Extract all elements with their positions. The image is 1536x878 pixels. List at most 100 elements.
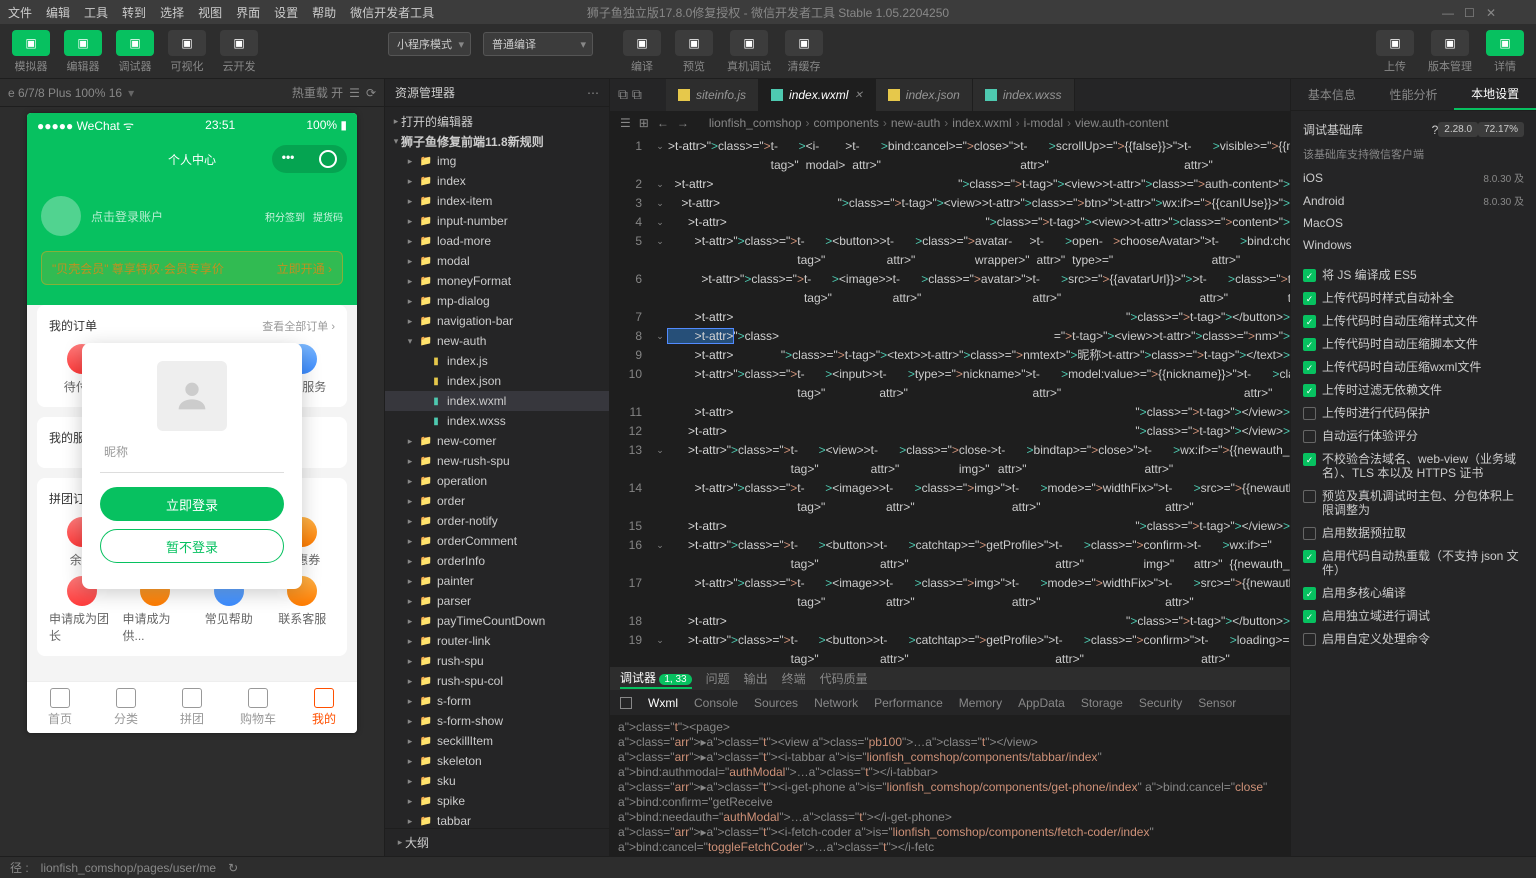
- folder-item[interactable]: ▸📁spike: [385, 791, 609, 811]
- more-icon[interactable]: ☰: [349, 86, 360, 100]
- settings-checkbox[interactable]: ✓将 JS 编译成 ES5: [1303, 268, 1524, 282]
- settings-checkbox[interactable]: 预览及真机调试时主包、分包体积上限调整为: [1303, 489, 1524, 517]
- file-item[interactable]: ▮index.wxss: [385, 411, 609, 431]
- settings-checkbox[interactable]: 自动运行体验评分: [1303, 429, 1524, 443]
- dev-header-tab[interactable]: 问题: [706, 670, 730, 687]
- settings-checkbox[interactable]: ✓启用代码自动热重载（不支持 json 文件）: [1303, 549, 1524, 577]
- tabbar-item[interactable]: 购物车: [225, 682, 291, 733]
- folder-item[interactable]: ▸📁s-form: [385, 691, 609, 711]
- editor-toolbar[interactable]: ☰⊞←→: [610, 116, 699, 130]
- folder-item[interactable]: ▸📁index-item: [385, 191, 609, 211]
- settings-checkbox[interactable]: 上传时进行代码保护: [1303, 406, 1524, 420]
- folder-new-auth[interactable]: ▾📁new-auth: [385, 331, 609, 351]
- settings-checkbox[interactable]: 启用自定义处理命令: [1303, 632, 1524, 646]
- window-controls[interactable]: —☐✕: [1442, 6, 1498, 18]
- help-icon[interactable]: ?: [1432, 123, 1439, 137]
- devtools-tab[interactable]: Security: [1139, 696, 1182, 710]
- settings-checkbox[interactable]: ✓启用独立域进行调试: [1303, 609, 1524, 623]
- devtools-output[interactable]: a">class="t"><page>a">class="arr">▸a">cl…: [610, 716, 1290, 856]
- page-path[interactable]: lionfish_comshop/pages/user/me: [41, 861, 216, 875]
- editor-tab[interactable]: index.wxss: [973, 79, 1075, 111]
- open-editors[interactable]: ▸打开的编辑器: [385, 111, 609, 131]
- menu-item[interactable]: 界面: [236, 6, 260, 20]
- dev-header-tab[interactable]: 代码质量: [820, 670, 868, 687]
- project-root[interactable]: ▾狮子鱼修复前端11.8新规则: [385, 131, 609, 151]
- settings-checkbox[interactable]: ✓上传代码时自动压缩样式文件: [1303, 314, 1524, 328]
- menu-item[interactable]: 编辑: [46, 6, 70, 20]
- folder-item[interactable]: ▸📁moneyFormat: [385, 271, 609, 291]
- toolbar-button[interactable]: ▣上传: [1372, 30, 1418, 74]
- modal-avatar[interactable]: [157, 361, 227, 431]
- folder-item[interactable]: ▸📁order-notify: [385, 511, 609, 531]
- folder-item[interactable]: ▸📁operation: [385, 471, 609, 491]
- cancel-button[interactable]: 暂不登录: [100, 529, 284, 563]
- mode-select[interactable]: 小程序模式: [388, 32, 471, 56]
- folder-item[interactable]: ▸📁orderComment: [385, 531, 609, 551]
- dev-header-tab[interactable]: 终端: [782, 670, 806, 687]
- menu-item[interactable]: 转到: [122, 6, 146, 20]
- folder-item[interactable]: ▸📁sku: [385, 771, 609, 791]
- folder-item[interactable]: ▸📁tabbar: [385, 811, 609, 828]
- settings-checkbox[interactable]: ✓上传时过滤无依赖文件: [1303, 383, 1524, 397]
- toolbar-button[interactable]: ▣清缓存: [781, 30, 827, 74]
- settings-checkbox[interactable]: ✓上传代码时样式自动补全: [1303, 291, 1524, 305]
- folder-item[interactable]: ▸📁modal: [385, 251, 609, 271]
- settings-checkbox[interactable]: 启用数据预拉取: [1303, 526, 1524, 540]
- hot-reload[interactable]: 热重载 开: [292, 84, 343, 101]
- devtools-tab[interactable]: Sensor: [1198, 696, 1236, 710]
- folder-item[interactable]: ▸📁rush-spu: [385, 651, 609, 671]
- tabbar-item[interactable]: 分类: [93, 682, 159, 733]
- tabbar-item[interactable]: 拼团: [159, 682, 225, 733]
- user-header[interactable]: 点击登录账户 积分签到 提货码: [27, 181, 357, 251]
- settings-tab[interactable]: 性能分析: [1373, 79, 1455, 110]
- folder-item[interactable]: ▸📁new-rush-spu: [385, 451, 609, 471]
- folder-item[interactable]: ▸📁img: [385, 151, 609, 171]
- settings-checkbox[interactable]: ✓上传代码时自动压缩wxml文件: [1303, 360, 1524, 374]
- rotate-icon[interactable]: ⟳: [366, 86, 376, 100]
- dev-header-tab[interactable]: 输出: [744, 670, 768, 687]
- editor-tab[interactable]: index.wxml✕: [759, 79, 876, 111]
- folder-item[interactable]: ▸📁mp-dialog: [385, 291, 609, 311]
- device-info[interactable]: e 6/7/8 Plus 100% 16: [8, 86, 122, 100]
- toolbar-button[interactable]: ▣可视化: [164, 30, 210, 74]
- toolbar-button[interactable]: ▣模拟器: [8, 30, 54, 74]
- file-item[interactable]: ▮index.wxml: [385, 391, 609, 411]
- file-item[interactable]: ▮index.js: [385, 351, 609, 371]
- folder-item[interactable]: ▸📁order: [385, 491, 609, 511]
- inspect-icon[interactable]: [620, 697, 632, 709]
- folder-item[interactable]: ▸📁router-link: [385, 631, 609, 651]
- folder-item[interactable]: ▸📁load-more: [385, 231, 609, 251]
- close-icon[interactable]: ✕: [854, 90, 862, 101]
- toolbar-button[interactable]: ▣版本管理: [1424, 30, 1476, 74]
- compile-select[interactable]: 普通编译: [483, 32, 593, 56]
- menu-item[interactable]: 微信开发者工具: [350, 6, 434, 20]
- folder-item[interactable]: ▸📁rush-spu-col: [385, 671, 609, 691]
- devtools-tab[interactable]: Performance: [874, 696, 943, 710]
- toolbar-button[interactable]: ▣真机调试: [723, 30, 775, 74]
- devtools-tab[interactable]: Console: [694, 696, 738, 710]
- breadcrumb[interactable]: lionfish_comshop›components›new-auth›ind…: [699, 111, 1179, 135]
- toolbar-button[interactable]: ▣编译: [619, 30, 665, 74]
- devtools-tab[interactable]: Sources: [754, 696, 798, 710]
- folder-item[interactable]: ▸📁parser: [385, 591, 609, 611]
- folder-item[interactable]: ▸📁skeleton: [385, 751, 609, 771]
- devtools-tab[interactable]: Storage: [1081, 696, 1123, 710]
- settings-checkbox[interactable]: ✓不校验合法域名、web-view（业务域名）、TLS 本以及 HTTPS 证书: [1303, 452, 1524, 480]
- toolbar-button[interactable]: ▣编辑器: [60, 30, 106, 74]
- folder-item[interactable]: ▸📁index: [385, 171, 609, 191]
- outline-section[interactable]: ▸大纲: [385, 828, 609, 856]
- more-icon[interactable]: ⋯: [587, 86, 599, 100]
- menu-item[interactable]: 工具: [84, 6, 108, 20]
- folder-item[interactable]: ▸📁orderInfo: [385, 551, 609, 571]
- folder-item[interactable]: ▸📁input-number: [385, 211, 609, 231]
- dev-header-tab[interactable]: 调试器 1, 33: [620, 669, 692, 689]
- devtools-tab[interactable]: Memory: [959, 696, 1002, 710]
- nickname-input[interactable]: 昵称: [100, 443, 284, 473]
- menu-item[interactable]: 帮助: [312, 6, 336, 20]
- devtools-tab[interactable]: Wxml: [648, 696, 678, 710]
- tabbar-item[interactable]: 首页: [27, 682, 93, 733]
- devtools-tab[interactable]: AppData: [1018, 696, 1065, 710]
- menu-item[interactable]: 设置: [274, 6, 298, 20]
- settings-tab[interactable]: 基本信息: [1291, 79, 1373, 110]
- file-item[interactable]: ▮index.json: [385, 371, 609, 391]
